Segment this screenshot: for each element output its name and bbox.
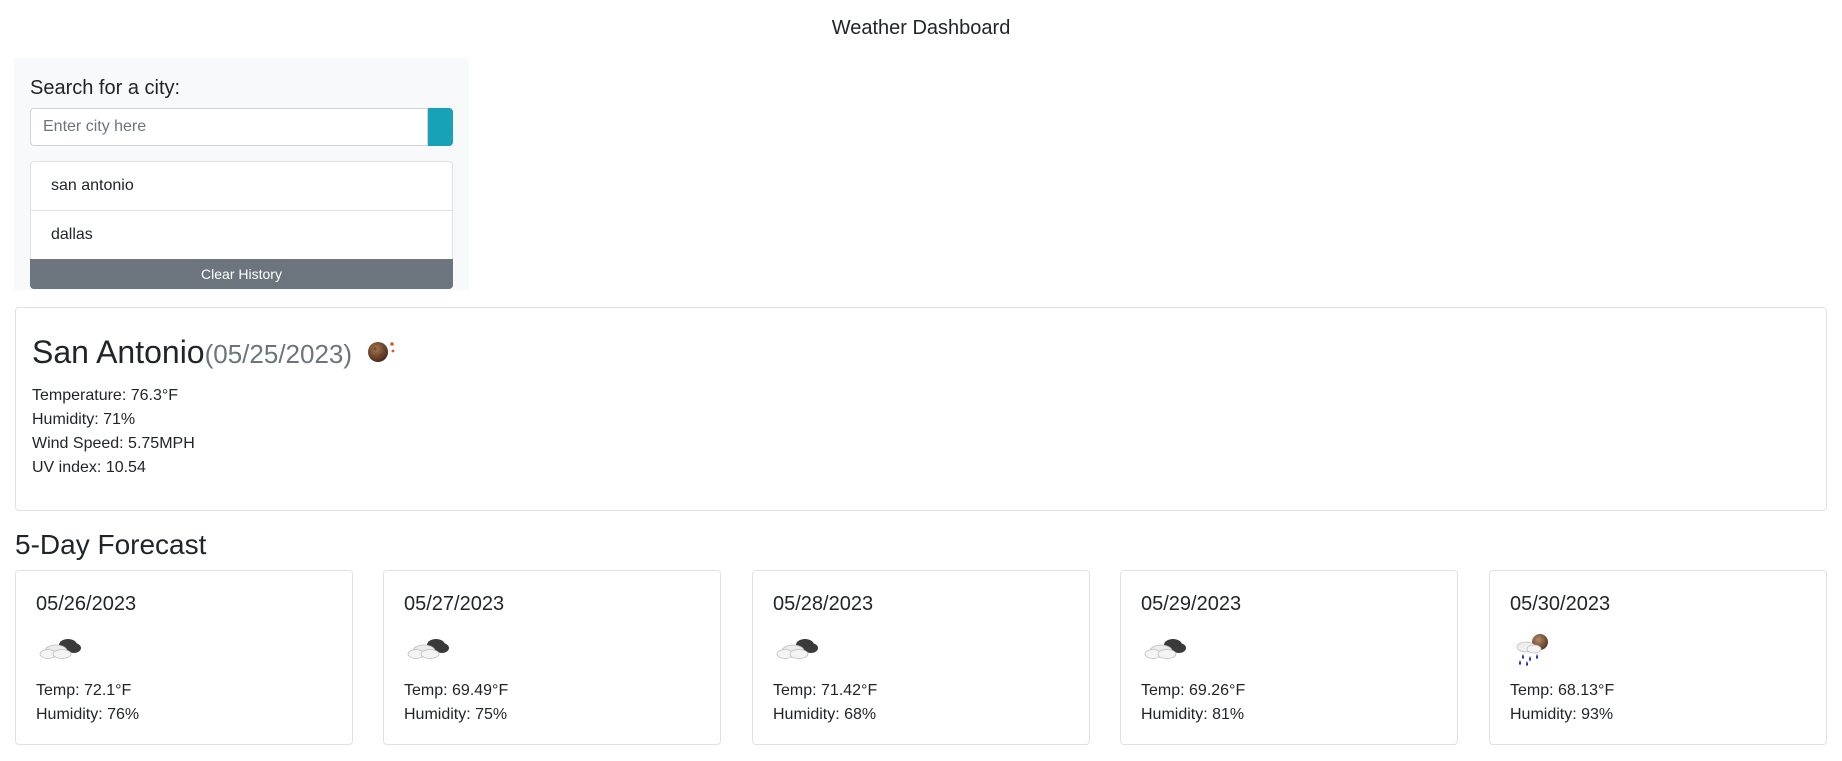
forecast-title: 5-Day Forecast [15,529,207,560]
city-search-input[interactable] [30,108,428,146]
forecast-date: 05/30/2023 [1510,593,1611,615]
forecast-date: 05/26/2023 [36,593,137,615]
current-weather-header: San Antonio (05/25/2023) [32,328,398,376]
forecast-row: 05/26/2023 Temp: 72.1°F Humidity: 76% 05… [15,570,1827,745]
current-humidity: Humidity: 71% [32,411,136,428]
clear-history-button[interactable]: Clear History [30,259,453,289]
current-date: (05/25/2023) [204,339,353,369]
cloudy-icon [404,627,454,667]
forecast-humidity: Humidity: 68% [773,706,877,723]
forecast-card: 05/26/2023 Temp: 72.1°F Humidity: 76% [15,570,353,745]
forecast-temp: Temp: 69.49°F [404,682,509,699]
page-title: Weather Dashboard [831,17,1011,39]
forecast-temp: Temp: 68.13°F [1510,682,1615,699]
forecast-date: 05/28/2023 [773,593,874,615]
history-item-san-antonio[interactable]: san antonio [30,161,453,210]
current-weather-card: San Antonio (05/25/2023) Temperature: 76… [15,307,1827,511]
forecast-card: 05/30/2023 Temp: 68.13°F Humidity: 93% [1489,570,1827,745]
forecast-date: 05/27/2023 [404,593,505,615]
clear-night-moon-icon [364,335,398,369]
cloudy-icon [773,627,823,667]
forecast-temp: Temp: 72.1°F [36,682,132,699]
history-item-dallas[interactable]: dallas [30,210,453,259]
forecast-temp: Temp: 69.26°F [1141,682,1246,699]
rain-night-icon [1510,627,1560,667]
forecast-humidity: Humidity: 81% [1141,706,1245,723]
forecast-humidity: Humidity: 75% [404,706,508,723]
current-uv-index: UV index: 10.54 [32,459,146,476]
forecast-humidity: Humidity: 93% [1510,706,1614,723]
city-name: San Antonio [32,334,205,370]
cloudy-icon [1141,627,1191,667]
current-temperature: Temperature: 76.3°F [32,387,179,404]
forecast-card: 05/28/2023 Temp: 71.42°F Humidity: 68% [752,570,1090,745]
forecast-temp: Temp: 71.42°F [773,682,878,699]
forecast-humidity: Humidity: 76% [36,706,140,723]
search-button[interactable] [428,108,453,146]
forecast-card: 05/27/2023 Temp: 69.49°F Humidity: 75% [383,570,721,745]
current-weather-stats: Temperature: 76.3°F Humidity: 71% Wind S… [32,384,195,480]
search-panel: Search for a city: san antonio dallas Cl… [14,58,469,290]
search-row [30,108,453,146]
search-label: Search for a city: [30,77,181,99]
search-history-list: san antonio dallas Clear History [30,161,453,289]
forecast-card: 05/29/2023 Temp: 69.26°F Humidity: 81% [1120,570,1458,745]
cloudy-icon [36,627,86,667]
current-wind-speed: Wind Speed: 5.75MPH [32,435,195,452]
forecast-date: 05/29/2023 [1141,593,1242,615]
